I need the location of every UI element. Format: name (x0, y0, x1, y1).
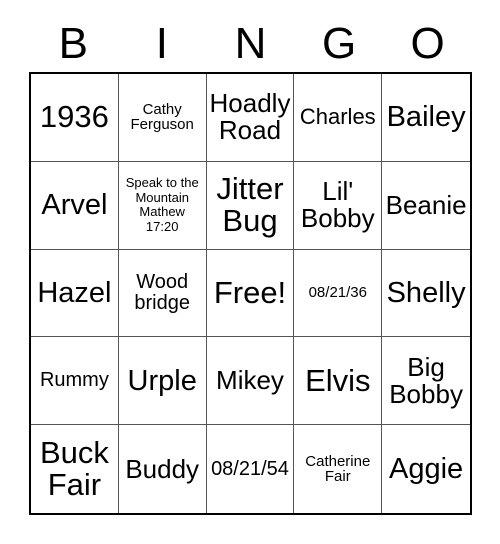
bingo-cell-r4c3[interactable]: Mikey (206, 337, 295, 426)
bingo-cell-r2c1[interactable]: Arvel (31, 161, 119, 250)
bingo-cell-r5c4[interactable]: Catherine Fair (294, 425, 383, 513)
bingo-cell-r5c1[interactable]: Buck Fair (31, 425, 119, 513)
bingo-cell-r1c3[interactable]: Hoadly Road (206, 74, 295, 162)
bingo-cell-r1c2[interactable]: Cathy Ferguson (118, 74, 207, 162)
bingo-cell-r4c2[interactable]: Urple (118, 337, 207, 426)
bingo-cell-text: Jitter Bug (216, 170, 284, 239)
bingo-cell-text: Hazel (37, 276, 112, 309)
bingo-header-row: B I N G O (29, 16, 472, 72)
bingo-cell-text: 08/21/36 (308, 284, 367, 302)
bingo-cell-text: Hoadly Road (209, 88, 291, 146)
bingo-cell-text: Mikey (216, 365, 284, 396)
bingo-cell-text: Rummy (39, 369, 109, 392)
bingo-cell-text: Lil' Bobby (300, 176, 375, 234)
bingo-cell-r4c5[interactable]: Big Bobby (382, 337, 470, 426)
bingo-cell-text: Shelly (386, 276, 466, 309)
bingo-cell-r3c1[interactable]: Hazel (31, 249, 119, 338)
bingo-header-letter-g: G (321, 19, 357, 68)
bingo-cell-r1c4[interactable]: Charles (294, 74, 383, 162)
bingo-header-letter-n: N (234, 19, 267, 68)
bingo-cell-text: Aggie (389, 453, 464, 486)
bingo-cell-r5c5[interactable]: Aggie (382, 425, 470, 513)
bingo-cell-text: Buddy (125, 453, 200, 484)
bingo-cell-text: Beanie (385, 189, 467, 220)
bingo-cell-r3c4[interactable]: 08/21/36 (294, 249, 383, 338)
bingo-cell-text: Catherine Fair (305, 452, 371, 486)
bingo-cell-r2c5[interactable]: Beanie (382, 162, 470, 250)
bingo-cell-r4c1[interactable]: Rummy (31, 337, 119, 426)
bingo-cell-r5c2[interactable]: Buddy (119, 425, 207, 513)
bingo-cell-text: Wood bridge (134, 271, 190, 314)
bingo-cell-r1c5[interactable]: Bailey (382, 74, 470, 162)
bingo-cell-text: 08/21/54 (211, 457, 289, 480)
bingo-cell-text: Urple (127, 364, 197, 397)
bingo-header-letter-o: O (410, 19, 445, 68)
bingo-cell-text: 1936 (39, 99, 109, 135)
bingo-cell-text: Bailey (386, 101, 466, 134)
bingo-cell-r3c5[interactable]: Shelly (382, 250, 470, 338)
bingo-cell-text: Cathy Ferguson (130, 100, 194, 134)
bingo-cell-text: Arvel (41, 189, 108, 222)
bingo-card: B I N G O 1936 Cathy Ferguson Hoadly Roa… (0, 0, 500, 544)
bingo-cell-text: Elvis (305, 362, 371, 398)
bingo-cell-r1c1[interactable]: 1936 (31, 74, 119, 162)
bingo-cell-text: Free! (213, 274, 287, 310)
bingo-grid: 1936 Cathy Ferguson Hoadly Road Charles … (29, 72, 472, 515)
bingo-header-letter-i: I (155, 19, 168, 68)
bingo-cell-r2c2[interactable]: Speak to the Mountain Mathew 17:20 (118, 161, 207, 250)
bingo-cell-text: Big Bobby (389, 351, 463, 409)
bingo-header-letter-b: B (58, 19, 88, 68)
bingo-cell-text: Buck Fair (39, 434, 109, 503)
bingo-cell-text: Speak to the Mountain Mathew 17:20 (125, 175, 199, 234)
bingo-cell-r4c4[interactable]: Elvis (294, 337, 383, 426)
bingo-cell-free-space[interactable]: Free! (206, 249, 295, 338)
bingo-cell-text: Charles (299, 103, 376, 129)
bingo-cell-r2c3[interactable]: Jitter Bug (206, 161, 295, 250)
bingo-cell-r3c2[interactable]: Wood bridge (118, 249, 207, 338)
bingo-cell-r2c4[interactable]: Lil' Bobby (294, 161, 383, 250)
bingo-cell-r5c3[interactable]: 08/21/54 (207, 425, 295, 513)
